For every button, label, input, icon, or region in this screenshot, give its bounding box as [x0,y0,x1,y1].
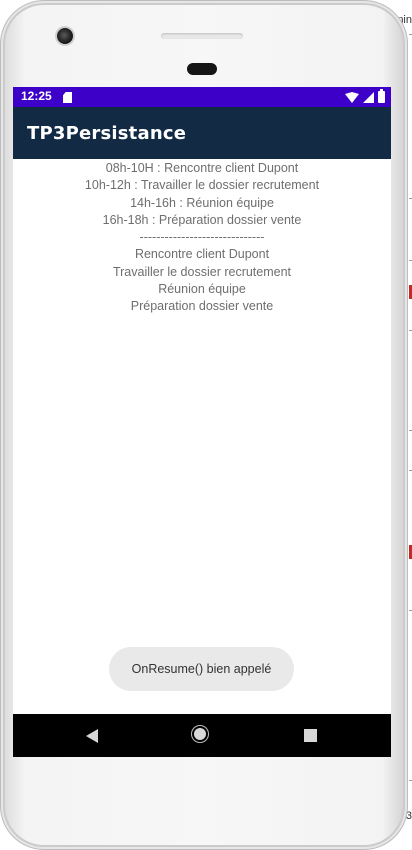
front-camera [57,28,73,44]
home-icon[interactable] [194,728,206,740]
schedule-item: 08h-10H : Rencontre client Dupont [105,161,299,175]
task-item: Rencontre client Dupont [134,247,270,262]
status-bar: 12:25 [13,87,391,107]
task-item: Réunion équipe [158,282,246,297]
task-item: Travailler le dossier recrutement [112,264,292,279]
emulator-stage: nin 3 12:25 TP3Persistance 08h-10H: Ren… [0,0,412,850]
status-time: 12:25 [21,89,52,103]
wifi-icon [345,92,359,103]
proximity-sensor [187,63,217,75]
main-content: 08h-10H : Rencontre client Dupont 10h-12… [13,160,391,316]
back-icon[interactable] [86,729,98,743]
task-item: Préparation dossier vente [130,299,274,314]
signal-icon [363,92,374,103]
app-bar: TP3Persistance [13,107,391,159]
toast-message: OnResume() bien appelé [109,647,294,691]
battery-icon [378,89,385,103]
device-screen[interactable]: 12:25 TP3Persistance 08h-10H : Rencontre… [13,87,391,757]
schedule-item: 16h-18h : Préparation dossier vente [102,212,302,227]
app-title: TP3Persistance [27,123,187,144]
separator: ------------------------------ [139,230,265,245]
status-icons [345,89,385,103]
recents-icon[interactable] [304,729,317,742]
navigation-bar [13,714,391,757]
sd-card-icon [63,92,72,103]
schedule-item: 14h-16h : Réunion équipe [130,195,274,210]
schedule-item: 10h-12h : Travailler le dossier recrutem… [84,178,320,193]
earpiece-speaker [161,33,243,39]
phone-frame: 12:25 TP3Persistance 08h-10H : Rencontre… [0,0,408,850]
